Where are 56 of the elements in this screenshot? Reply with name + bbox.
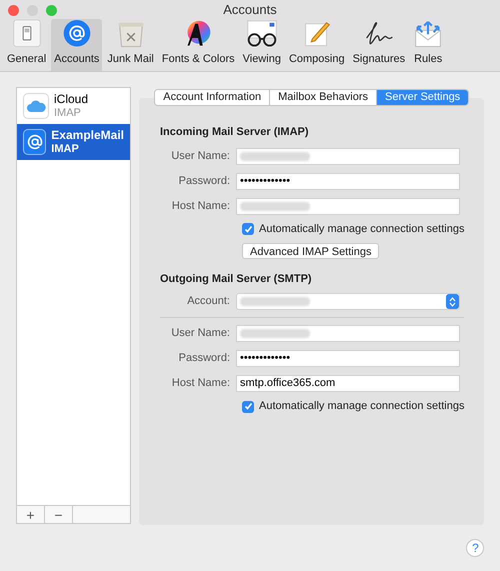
- toolbar-tab[interactable]: Accounts: [51, 19, 102, 71]
- envelope-with-arrows-icon: [413, 19, 444, 48]
- account-name: ExampleMail: [51, 128, 124, 142]
- input-field[interactable]: smtp.office365.com: [236, 375, 460, 392]
- field-value: •••••••••••••: [240, 351, 290, 366]
- account-type: IMAP: [54, 106, 82, 120]
- input-field[interactable]: [236, 148, 460, 164]
- field-value: smtp.office365.com: [240, 376, 336, 392]
- checkbox-label: Automatically manage connection settings: [259, 222, 464, 237]
- toolbar-tab[interactable]: Fonts & Colors: [158, 19, 238, 71]
- advanced-settings-button[interactable]: Advanced IMAP Settings: [242, 242, 380, 258]
- blurred-text: [240, 297, 310, 306]
- remove-button[interactable]: −: [45, 506, 73, 523]
- stepper-icon: [446, 294, 459, 309]
- toolbar-tab[interactable]: Rules: [410, 19, 446, 71]
- field-label: User Name:: [170, 148, 231, 164]
- switch-icon: [12, 19, 42, 48]
- window-title: Accounts: [223, 1, 277, 20]
- field-label: Password:: [178, 351, 231, 366]
- account-item[interactable]: iCloud IMAP: [17, 88, 130, 124]
- zoom-button[interactable]: [46, 5, 57, 16]
- cloud-icon: [23, 93, 49, 119]
- field-label: User Name:: [170, 326, 231, 342]
- toolbar-tab[interactable]: Junk Mail: [104, 19, 157, 71]
- account-item[interactable]: ExampleMail IMAP: [17, 124, 130, 160]
- at-sign-icon: [23, 129, 46, 155]
- checkbox[interactable]: [242, 223, 254, 235]
- at-sign-icon: [62, 19, 92, 48]
- blurred-text: [240, 152, 310, 160]
- input-field[interactable]: [236, 198, 460, 214]
- checkbox[interactable]: [242, 400, 254, 412]
- field-label: Account:: [186, 294, 231, 310]
- tab[interactable]: Server Settings: [376, 90, 468, 105]
- account-select[interactable]: [236, 293, 460, 310]
- section-heading: Incoming Mail Server (IMAP): [160, 125, 310, 140]
- field-label: Password:: [178, 174, 231, 189]
- glasses-on-letter-icon: [244, 19, 279, 48]
- checkbox-label: Automatically manage connection settings: [259, 399, 464, 414]
- toolbar-tab[interactable]: Viewing: [240, 19, 284, 71]
- field-label: Host Name:: [170, 376, 231, 392]
- field-value: •••••••••••••: [240, 174, 290, 189]
- help-button[interactable]: ?: [466, 539, 484, 557]
- blurred-text: [240, 329, 310, 338]
- add-button[interactable]: +: [17, 506, 45, 523]
- input-field[interactable]: •••••••••••••: [236, 350, 460, 367]
- account-type: IMAP: [51, 142, 80, 156]
- toolbar-tab[interactable]: Composing: [286, 19, 348, 71]
- toolbar-tab[interactable]: General: [4, 19, 50, 71]
- input-field[interactable]: [236, 325, 460, 342]
- field-label: Host Name:: [170, 198, 231, 214]
- toolbar-tab[interactable]: Signatures: [350, 19, 408, 71]
- blurred-text: [240, 202, 310, 210]
- close-button[interactable]: [8, 5, 19, 16]
- input-field[interactable]: •••••••••••••: [236, 172, 460, 190]
- section-heading: Outgoing Mail Server (SMTP): [160, 272, 313, 286]
- account-name: iCloud: [54, 92, 88, 106]
